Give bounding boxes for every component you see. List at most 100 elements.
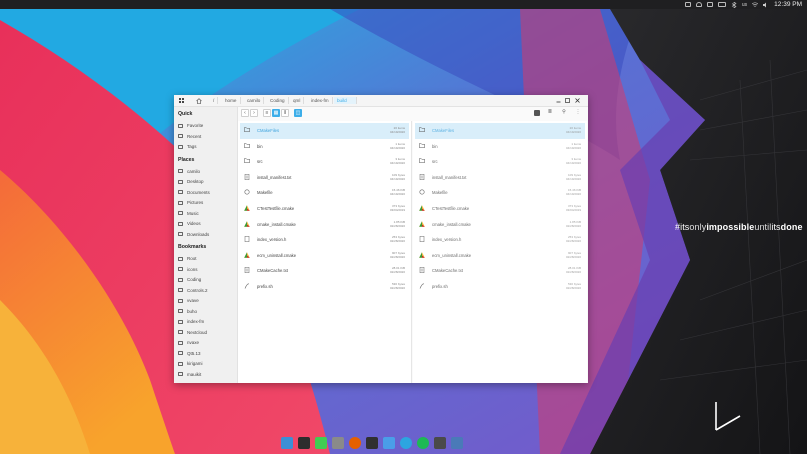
sidebar-item-music[interactable]: Music [178, 209, 234, 218]
file-row[interactable]: bin 1 items 04/19/2020 [240, 139, 409, 155]
sidebar-item-buho[interactable]: buho [178, 307, 234, 316]
home-icon[interactable] [195, 97, 202, 104]
wallpaper-hashtag: #itsonlyimpossibleuntilitsdone [675, 222, 803, 232]
columns-view-button[interactable]: ⫴ [281, 109, 289, 117]
sidebar-item-label: vvave [187, 298, 199, 303]
discover-app-icon[interactable] [383, 437, 395, 449]
file-row[interactable]: CTestTestfile.cmake 373 bytes 03/04/2019 [240, 201, 409, 217]
krita-app-icon[interactable] [451, 437, 463, 449]
sidebar-item-desktop[interactable]: Desktop [178, 177, 234, 186]
clipboard-icon[interactable] [706, 2, 713, 7]
terminal-button[interactable] [534, 110, 540, 116]
telegram-app-icon[interactable] [400, 437, 412, 449]
sidebar-item-downloads[interactable]: Downloads [178, 230, 234, 239]
breadcrumb-camilo[interactable]: camilo [244, 97, 265, 104]
list-view-button[interactable]: ≡ [263, 109, 271, 117]
minimize-icon[interactable] [555, 97, 562, 104]
file-row[interactable]: src 3 items 04/19/2020 [415, 154, 585, 170]
file-row[interactable]: CMakeCache.txt 28.01 KiB 02/28/2020 [240, 263, 409, 279]
file-row[interactable]: cmake_install.cmake 1.85 KiB 02/28/2020 [240, 217, 409, 233]
file-row[interactable]: CMakeCache.txt 28.01 KiB 02/28/2020 [415, 263, 585, 279]
file-row[interactable]: Makefile 15.46 KiB 04/19/2020 [415, 185, 585, 201]
nextcloud-app-icon[interactable] [434, 437, 446, 449]
breadcrumb-home[interactable]: home [222, 97, 241, 104]
sidebar-item-pictures[interactable]: Pictures [178, 198, 234, 207]
sidebar-item-kirigami[interactable]: kirigami [178, 359, 234, 368]
file-name: CMakeCache.txt [257, 268, 288, 274]
sidebar-item-camilo[interactable]: camilo [178, 167, 234, 176]
file-row[interactable]: index_version.h 253 bytes 02/28/2020 [415, 232, 585, 248]
file-date: 04/19/2020 [389, 130, 405, 134]
back-button[interactable]: ‹ [241, 109, 249, 117]
make-file-icon [419, 189, 425, 195]
file-row[interactable]: CMakeFiles 20 items 04/19/2020 [240, 123, 409, 139]
window-titlebar[interactable]: / home camilo Coding qml index-fm build [174, 95, 588, 107]
file-row[interactable]: src 3 items 04/19/2020 [240, 154, 409, 170]
file-row[interactable]: CTestTestfile.cmake 373 bytes 03/04/2019 [415, 201, 585, 217]
folder-app-icon[interactable] [281, 437, 293, 449]
maximize-icon[interactable] [564, 97, 571, 104]
battery-icon[interactable] [717, 2, 726, 7]
script-file-icon [419, 283, 425, 289]
file-row[interactable]: cmake_install.cmake 1.85 KiB 02/28/2020 [415, 217, 585, 233]
sidebar-item-recent[interactable]: Recent [178, 132, 234, 141]
breadcrumb-qml[interactable]: qml [290, 97, 305, 104]
display-icon[interactable] [684, 2, 691, 7]
file-row[interactable]: install_manifest.txt 109 bytes 04/19/2020 [415, 170, 585, 186]
bluetooth-icon[interactable] [731, 1, 737, 9]
sidebar-item-documents[interactable]: Documents [178, 188, 234, 197]
text-file-icon [419, 173, 425, 180]
sidebar-item-vvave[interactable]: vvave [178, 296, 234, 305]
konsole-app-icon[interactable] [366, 437, 378, 449]
close-icon[interactable] [574, 97, 581, 104]
sidebar-item-controls-2[interactable]: Controls.2 [178, 286, 234, 295]
search-icon[interactable]: ⚲ [560, 109, 568, 117]
document-icon [178, 190, 183, 194]
bell-icon[interactable] [695, 2, 702, 7]
file-row[interactable]: CMakeFiles 20 items 04/19/2020 [415, 123, 585, 139]
file-row[interactable]: prefix.sh 530 bytes 02/28/2020 [240, 279, 409, 295]
grid-view-button[interactable]: ▦ [272, 109, 280, 117]
sidebar-item-coding[interactable]: Coding [178, 275, 234, 284]
file-row[interactable]: Makefile 15.46 KiB 04/19/2020 [240, 185, 409, 201]
breadcrumb-root[interactable]: / [210, 97, 219, 104]
terminal-app-icon[interactable] [298, 437, 310, 449]
clock[interactable]: 12:39 PM [774, 1, 802, 8]
split-view-button[interactable]: ◫ [294, 109, 302, 117]
sidebar-item-nextcloud[interactable]: Nextcloud [178, 328, 234, 337]
sidebar-item-videos[interactable]: Videos [178, 219, 234, 228]
sidebar-item-label: Controls.2 [187, 287, 208, 293]
keyboard-layout[interactable]: us [742, 2, 747, 8]
make-file-icon [244, 189, 250, 195]
sidebar-item-icons[interactable]: icons [178, 265, 234, 274]
volume-icon[interactable] [763, 2, 769, 8]
network-icon[interactable] [751, 2, 759, 7]
firefox-app-icon[interactable] [349, 437, 361, 449]
breadcrumb-build[interactable]: build [334, 97, 357, 104]
script-file-icon [244, 283, 250, 289]
breadcrumb-coding[interactable]: Coding [267, 97, 289, 104]
sidebar-item-root[interactable]: Root [178, 254, 234, 263]
qtcreator-app-icon[interactable] [315, 437, 327, 449]
sidebar-item-mauikit[interactable]: mauikit [178, 370, 234, 379]
menu-icon[interactable] [178, 97, 185, 104]
file-name: bin [432, 143, 438, 149]
file-row[interactable]: ecm_uninstall.cmake 907 bytes 02/28/2020 [240, 248, 409, 264]
file-row[interactable]: prefix.sh 530 bytes 02/28/2020 [415, 279, 585, 295]
settings-app-icon[interactable] [332, 437, 344, 449]
file-row[interactable]: bin 1 items 04/19/2020 [415, 139, 585, 155]
sidebar-item-qt5-13[interactable]: Qt5.13 [178, 349, 234, 358]
file-row[interactable]: index_version.h 253 bytes 02/28/2020 [240, 232, 409, 248]
sidebar-item-tags[interactable]: Tags [178, 142, 234, 151]
sort-button[interactable]: ≣ [546, 109, 554, 117]
file-row[interactable]: ecm_uninstall.cmake 907 bytes 02/28/2020 [415, 248, 585, 264]
folder-icon [178, 351, 183, 355]
sidebar-item-index-fm[interactable]: index-fm [178, 317, 234, 326]
breadcrumb-index-fm[interactable]: index-fm [308, 97, 333, 104]
sidebar-item-nvaxe[interactable]: nvaxe [178, 338, 234, 347]
file-row[interactable]: install_manifest.txt 109 bytes 04/19/2020 [240, 170, 409, 186]
forward-button[interactable]: › [250, 109, 258, 117]
more-options-icon[interactable]: ⋮ [574, 109, 582, 117]
spotify-app-icon[interactable] [417, 437, 429, 449]
sidebar-item-favorite[interactable]: Favorite [178, 121, 234, 130]
